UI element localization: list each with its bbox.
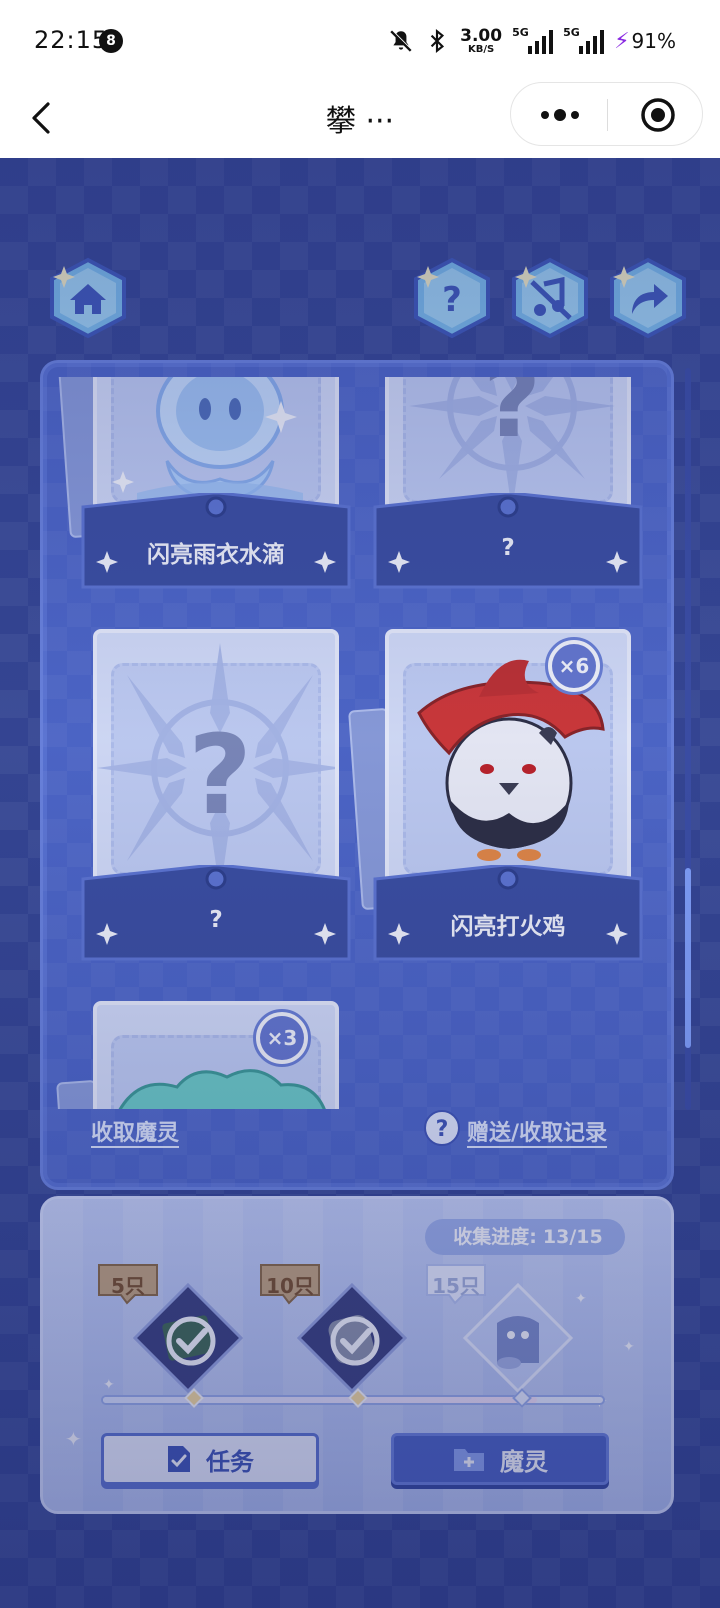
- home-button[interactable]: [46, 256, 130, 340]
- bluetooth-icon: [430, 28, 445, 54]
- svg-text:?: ?: [483, 377, 541, 460]
- spirit-button[interactable]: 魔灵: [391, 1433, 609, 1485]
- status-icons: 3.00 KB/S 5G 5G ⚡ 91%: [388, 24, 676, 58]
- svg-text:?: ?: [442, 280, 462, 320]
- milestone-tag: 5只: [95, 1263, 161, 1305]
- game-area: ? 闪亮雨衣水滴 ? ? ? ? ×6 闪亮打火鸡 ×3 收取魔灵 ? 赠送/收…: [0, 158, 720, 1608]
- card-name-plate: ?: [81, 865, 351, 961]
- milestone-tag: 10只: [257, 1263, 323, 1305]
- card-collection-panel: 闪亮雨衣水滴 ? ? ? ? ×6 闪亮打火鸡 ×3 收取魔灵 ? 赠送/收取记…: [40, 360, 674, 1190]
- card-name-plate: 闪亮雨衣水滴: [81, 493, 351, 589]
- card-unknown-2[interactable]: ? ?: [81, 629, 351, 969]
- net-speed: 3.00 KB/S: [460, 25, 503, 55]
- panel-scrollbar[interactable]: [685, 368, 691, 1110]
- card-name: 闪亮雨衣水滴: [147, 542, 285, 568]
- share-arrow-icon: [610, 257, 686, 339]
- milestone-label: 10只: [266, 1274, 314, 1298]
- question-icon[interactable]: ?: [423, 1109, 461, 1147]
- task-button[interactable]: 任务: [101, 1433, 319, 1485]
- battery: ⚡ 91%: [614, 29, 676, 54]
- progress-value: 13/15: [542, 1226, 603, 1248]
- collection-progress-panel: 收集进度:13/15 ✦ ✦ ✦ ✦ ✦ 5只: [40, 1196, 674, 1514]
- unknown-card-art: ?: [97, 643, 335, 885]
- net-speed-value: 3.00: [460, 25, 503, 46]
- card-unknown-1[interactable]: ? ?: [373, 377, 643, 597]
- mute-bell-icon: [390, 29, 413, 52]
- card-grid[interactable]: 闪亮雨衣水滴 ? ? ? ? ×6 闪亮打火鸡 ×3: [43, 377, 671, 1109]
- sparkle-icon: ✦: [575, 1291, 587, 1307]
- help-button[interactable]: ?: [410, 256, 494, 340]
- charging-bolt-icon: ⚡: [614, 28, 630, 54]
- sparkle-icon: ✦: [65, 1427, 82, 1451]
- milestone-tag: 15只: [423, 1263, 489, 1305]
- card-name-plate: ?: [373, 493, 643, 589]
- signal-2-label: 5G: [563, 26, 580, 39]
- card-partial[interactable]: ×3: [56, 1001, 351, 1109]
- battery-level: 91%: [631, 29, 676, 53]
- card-count-badge: ×6: [545, 637, 603, 695]
- net-speed-unit: KB/S: [468, 43, 495, 55]
- gift-records-link[interactable]: 赠送/收取记录: [467, 1115, 607, 1147]
- question-icon: ?: [414, 257, 490, 339]
- sparkle-icon: ✦: [623, 1339, 635, 1355]
- card-name: ?: [501, 535, 515, 561]
- card-count: ×3: [260, 1016, 304, 1060]
- mini-program-capsule: [510, 82, 703, 146]
- music-off-icon: [512, 257, 588, 339]
- signal-1: 5G: [512, 26, 554, 54]
- nav-bar: 攀 ···: [0, 80, 720, 158]
- folder-add-icon: [454, 1449, 484, 1471]
- home-icon: [50, 257, 126, 339]
- status-bar: 22:15 8 3.00 KB/S 5G 5G ⚡ 91%: [0, 0, 720, 80]
- collect-spirit-link[interactable]: 收取魔灵: [91, 1115, 179, 1147]
- more-dots-icon[interactable]: [539, 105, 581, 125]
- status-time: 22:15: [34, 26, 109, 54]
- signal-1-label: 5G: [512, 26, 529, 39]
- collection-progress: 收集进度: 13/15: [425, 1219, 625, 1255]
- milestone-label: 15只: [432, 1274, 480, 1298]
- svg-text:?: ?: [436, 1117, 449, 1142]
- milestone-label: 5只: [111, 1274, 145, 1298]
- card-name: 闪亮打火鸡: [450, 914, 566, 940]
- task-button-label: 任务: [206, 1447, 254, 1476]
- card-raincoat-droplet[interactable]: 闪亮雨衣水滴: [56, 377, 351, 597]
- svg-text:?: ?: [188, 711, 252, 839]
- share-button[interactable]: [606, 256, 690, 340]
- spirit-button-label: 魔灵: [500, 1447, 548, 1476]
- mute-music-button[interactable]: [508, 256, 592, 340]
- progress-fill: [103, 1397, 537, 1403]
- notification-badge: 8: [99, 29, 123, 53]
- card-count-badge: ×3: [253, 1009, 311, 1067]
- scrollbar-thumb[interactable]: [685, 868, 691, 1048]
- card-name-plate: 闪亮打火鸡: [373, 865, 643, 961]
- collection-progress-bar: [101, 1388, 605, 1408]
- signal-2: 5G: [563, 26, 605, 54]
- progress-label: 收集进度:: [453, 1226, 537, 1248]
- card-count: ×6: [552, 644, 596, 688]
- close-target-icon[interactable]: [640, 97, 676, 133]
- card-name: ?: [209, 907, 223, 933]
- card-fire-chicken[interactable]: ×6 闪亮打火鸡: [348, 629, 643, 969]
- task-document-icon: [168, 1446, 190, 1472]
- sparkle-icon: ✦: [103, 1377, 115, 1393]
